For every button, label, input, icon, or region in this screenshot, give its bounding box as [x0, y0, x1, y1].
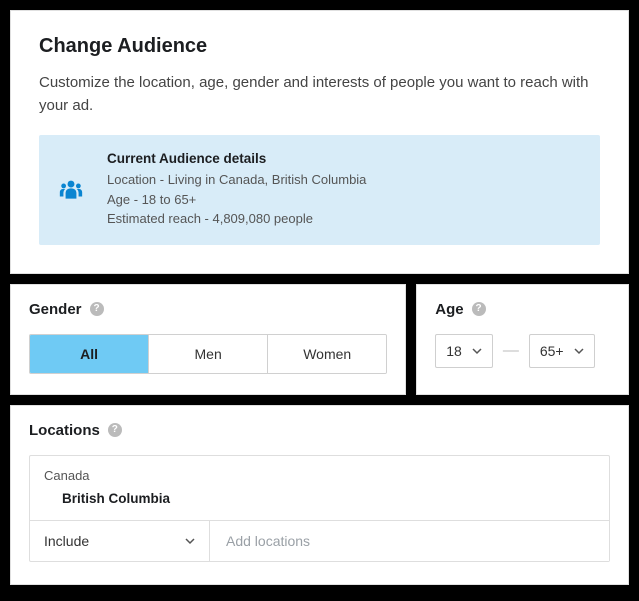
help-icon[interactable]: ? [108, 423, 122, 437]
age-panel: Age ? 18 — 65+ [416, 284, 629, 395]
location-region: British Columbia [62, 491, 595, 506]
age-min-select[interactable]: 18 [435, 334, 493, 368]
locations-box: Canada British Columbia Include [29, 455, 610, 562]
audience-details-content: Current Audience details Location - Livi… [107, 151, 366, 229]
help-icon[interactable]: ? [90, 302, 104, 316]
gender-option-men[interactable]: Men [148, 335, 267, 373]
age-label: Age [435, 301, 463, 318]
gender-option-all[interactable]: All [30, 335, 148, 373]
location-include-label: Include [44, 533, 89, 549]
gender-panel-header: Gender ? [29, 301, 387, 318]
age-max-value: 65+ [540, 343, 564, 359]
age-panel-header: Age ? [435, 301, 610, 318]
gender-label: Gender [29, 301, 82, 318]
gender-segmented-control: All Men Women [29, 334, 387, 374]
audience-details-reach: Estimated reach - 4,809,080 people [107, 209, 366, 229]
chevron-down-icon [574, 346, 584, 356]
locations-input-row: Include [30, 520, 609, 561]
locations-panel: Locations ? Canada British Columbia Incl… [10, 405, 629, 585]
page-subtitle: Customize the location, age, gender and … [39, 72, 600, 117]
location-input[interactable] [210, 521, 609, 561]
age-min-value: 18 [446, 343, 462, 359]
age-range-row: 18 — 65+ [435, 334, 610, 368]
chevron-down-icon [185, 536, 195, 546]
help-icon[interactable]: ? [472, 302, 486, 316]
audience-details-title: Current Audience details [107, 151, 366, 166]
age-max-select[interactable]: 65+ [529, 334, 595, 368]
locations-list: Canada British Columbia [30, 456, 609, 520]
location-include-select[interactable]: Include [30, 521, 210, 561]
page-title: Change Audience [39, 35, 600, 58]
audience-details-box: Current Audience details Location - Livi… [39, 135, 600, 245]
audience-details-location: Location - Living in Canada, British Col… [107, 170, 366, 190]
locations-panel-header: Locations ? [29, 422, 610, 439]
chevron-down-icon [472, 346, 482, 356]
gender-panel: Gender ? All Men Women [10, 284, 406, 395]
audience-details-age: Age - 18 to 65+ [107, 190, 366, 210]
audience-icon [57, 177, 85, 203]
locations-label: Locations [29, 422, 100, 439]
age-range-separator: — [503, 342, 519, 360]
gender-option-women[interactable]: Women [267, 335, 386, 373]
location-country: Canada [44, 468, 595, 483]
change-audience-card: Change Audience Customize the location, … [10, 10, 629, 274]
